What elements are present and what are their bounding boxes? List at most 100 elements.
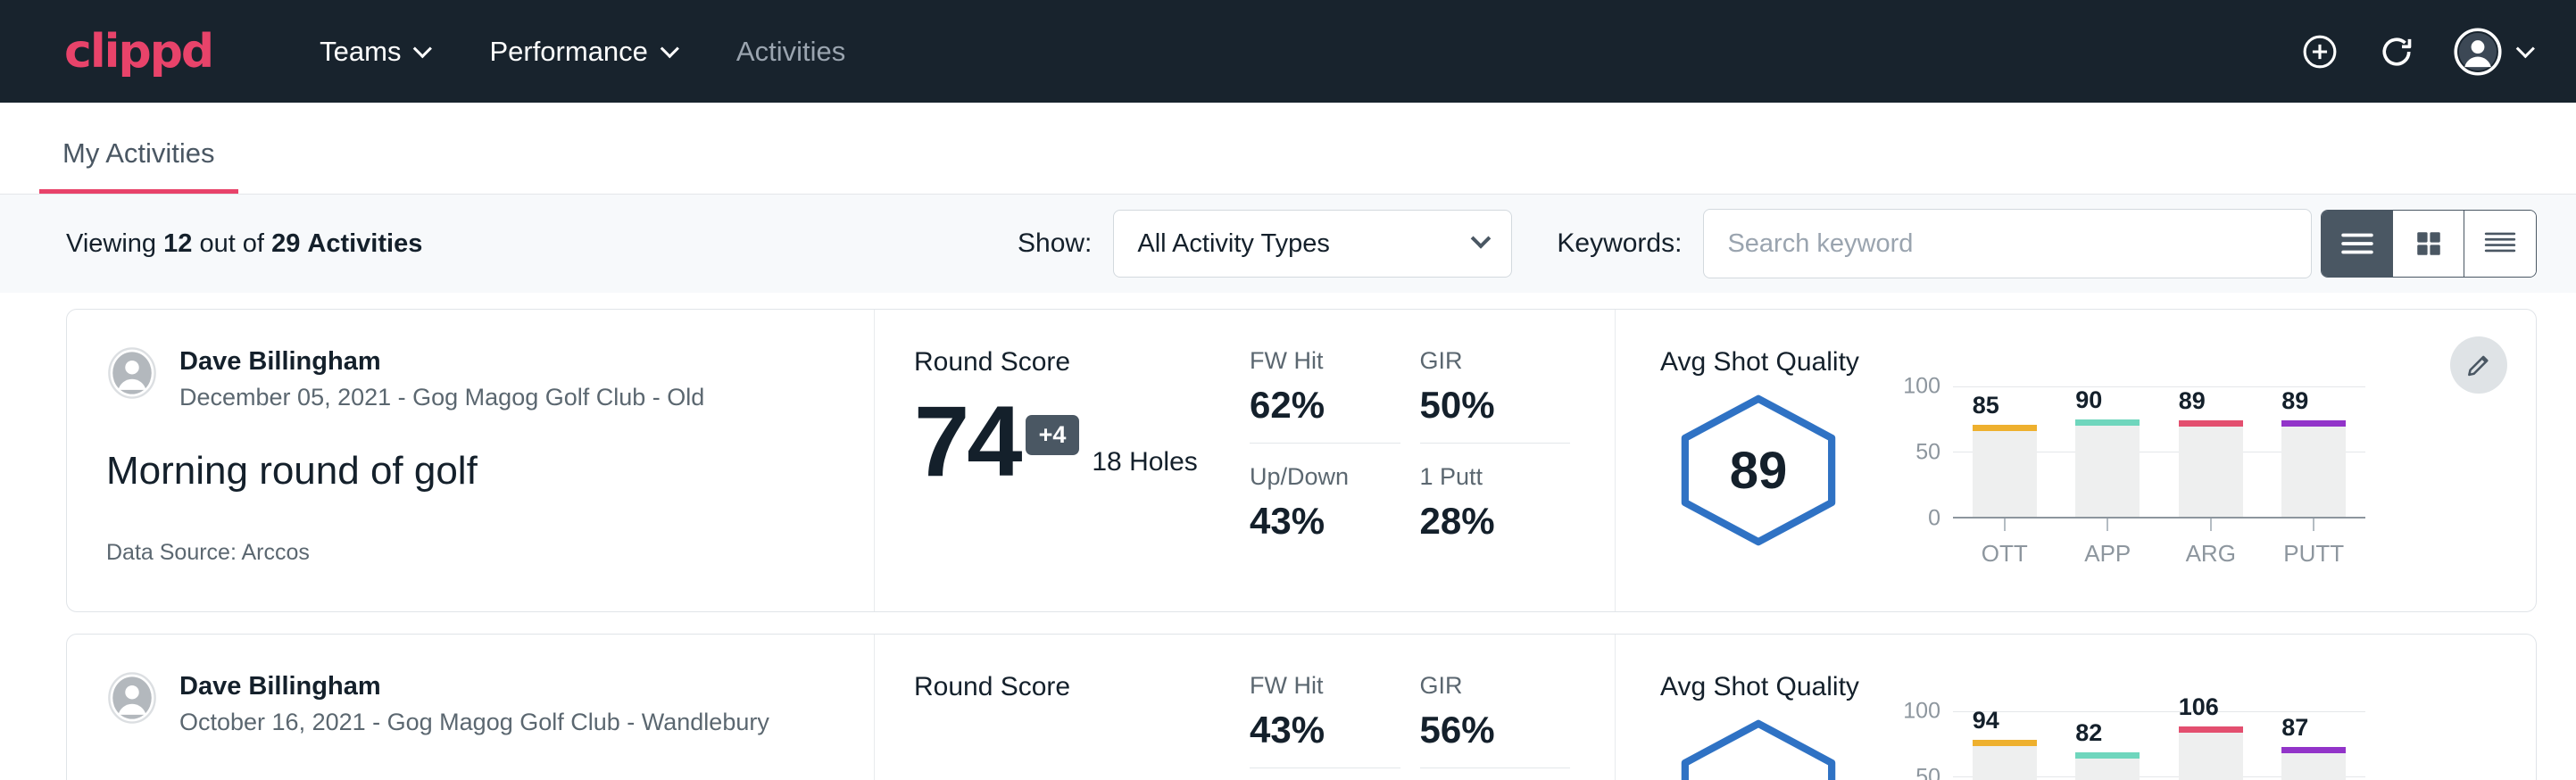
bar-group: 94: [1953, 711, 2057, 780]
nav-item-performance[interactable]: Performance: [489, 36, 673, 68]
bar-putt: 87: [2281, 747, 2346, 780]
activity-meta: December 05, 2021 - Gog Magog Golf Club …: [179, 384, 704, 411]
chevron-down-icon: [413, 39, 432, 58]
stat-label: GIR: [1420, 347, 1571, 375]
chart-plot-area: 94 82 106 87: [1953, 711, 2365, 780]
stat-fw-hit: FW Hit 43%: [1250, 672, 1400, 768]
compact-view-button[interactable]: [2464, 211, 2536, 277]
stat-label: FW Hit: [1250, 672, 1400, 700]
round-score-column: Round Score 74 +4 18 Holes: [875, 310, 1250, 611]
activity-card[interactable]: Dave Billingham December 05, 2021 - Gog …: [66, 309, 2537, 612]
stat-value: 50%: [1420, 384, 1571, 427]
avg-shot-quality-label: Avg Shot Quality: [1660, 672, 2536, 702]
keywords-label: Keywords:: [1557, 228, 1682, 259]
bar-group: 106: [2159, 711, 2263, 780]
chart-bars: 94 82 106 87: [1953, 711, 2365, 780]
view-mode-toggle: [2321, 210, 2537, 278]
nav-item-teams[interactable]: Teams: [320, 36, 427, 68]
activity-author: Dave Billingham December 05, 2021 - Gog …: [106, 347, 874, 411]
bar-cap: [2075, 419, 2140, 426]
x-tick: OTT: [1953, 519, 2057, 568]
bar-group: 85: [1953, 386, 2057, 517]
avg-shot-quality-column: Avg Shot Quality 89 100 50 0: [1616, 310, 2536, 611]
bar-value-label: 89: [2179, 387, 2206, 415]
y-tick: 50: [1915, 765, 1940, 780]
activity-type-value: All Activity Types: [1137, 229, 1329, 259]
bar-ott: 94: [1973, 740, 2037, 780]
bar-ott: 85: [1973, 425, 2037, 517]
add-icon[interactable]: [2300, 32, 2339, 71]
bar-value-label: 94: [1973, 707, 1999, 734]
bar-value-label: 87: [2281, 714, 2308, 742]
viewing-suffix: Activities: [307, 229, 422, 258]
primary-nav: Teams Performance Activities: [320, 36, 845, 68]
avg-shot-quality-value: 89: [1730, 441, 1788, 501]
stat-fw-hit: FW Hit 62%: [1250, 347, 1400, 444]
bar-cap: [2179, 420, 2243, 427]
tab-my-activities[interactable]: My Activities: [39, 137, 238, 194]
hexagon-icon: [1671, 717, 1846, 780]
stat-value: 43%: [1250, 709, 1400, 751]
refresh-icon[interactable]: [2377, 32, 2416, 71]
avatar-icon: [106, 672, 158, 724]
chart-y-axis: 100 50 0: [1901, 386, 1948, 519]
x-tick: APP: [2057, 519, 2160, 568]
avatar-icon: [106, 347, 158, 399]
top-navigation-bar: clippd Teams Performance Activities: [0, 0, 2576, 103]
shot-quality-bar-chart: 100 50 0 948210687 OTTAPPARGPUTT: [1901, 711, 2365, 780]
avatar-icon: [2454, 28, 2502, 76]
bar-group: 82: [2057, 711, 2160, 780]
stat-label: 1 Putt: [1420, 463, 1571, 491]
search-input[interactable]: [1703, 209, 2312, 278]
chart-y-axis: 100 50 0: [1901, 711, 1948, 780]
activity-summary-column: Dave Billingham December 05, 2021 - Gog …: [67, 310, 875, 611]
author-name: Dave Billingham: [179, 347, 704, 377]
app-logo[interactable]: clippd: [64, 25, 212, 79]
grid-view-button[interactable]: [2393, 211, 2464, 277]
shot-quality-hexagon: [1671, 717, 1846, 780]
activity-type-select[interactable]: All Activity Types: [1113, 210, 1512, 278]
viewing-total: 29: [271, 229, 300, 258]
bar-value-label: 82: [2075, 719, 2102, 747]
bar-cap: [2075, 752, 2140, 759]
edit-activity-button[interactable]: [2450, 336, 2507, 394]
show-label: Show:: [1018, 228, 1092, 259]
bar-group: 87: [2263, 711, 2366, 780]
bar-value-label: 85: [1973, 392, 1999, 419]
activity-title: Morning round of golf: [106, 449, 874, 494]
avatar-menu[interactable]: [2454, 28, 2530, 76]
activity-author: Dave Billingham October 16, 2021 - Gog M…: [106, 672, 874, 736]
x-tick-stem: [2210, 519, 2212, 531]
y-tick: 100: [1903, 374, 1940, 400]
shot-quality-bar-chart: 100 50 0 85908989 OTTAPPARGPUTT: [1901, 386, 2365, 565]
bar-arg: 106: [2179, 726, 2243, 780]
x-tick-label: PUTT: [2263, 540, 2366, 568]
stat-gir: GIR 56%: [1420, 672, 1571, 768]
viewing-prefix: Viewing: [66, 229, 156, 258]
y-tick: 50: [1915, 440, 1940, 466]
bar-group: 90: [2057, 386, 2160, 517]
viewing-mid: out of: [199, 229, 264, 258]
activity-summary-column: Dave Billingham October 16, 2021 - Gog M…: [67, 635, 875, 780]
nav-item-performance-label: Performance: [489, 36, 647, 68]
list-view-button[interactable]: [2322, 211, 2393, 277]
chevron-down-icon: [1471, 228, 1492, 249]
round-score-column: Round Score: [875, 635, 1250, 780]
x-tick-label: ARG: [2159, 540, 2263, 568]
activity-meta: October 16, 2021 - Gog Magog Golf Club -…: [179, 709, 769, 736]
stat-one-putt: 1 Putt 28%: [1420, 463, 1571, 548]
bar-arg: 89: [2179, 420, 2243, 517]
nav-item-teams-label: Teams: [320, 36, 401, 68]
activity-card[interactable]: Dave Billingham October 16, 2021 - Gog M…: [66, 634, 2537, 780]
nav-item-activities[interactable]: Activities: [736, 36, 845, 68]
x-tick-label: APP: [2057, 540, 2160, 568]
x-tick: ARG: [2159, 519, 2263, 568]
bar-group: 89: [2159, 386, 2263, 517]
round-stats-grid: FW Hit 62% GIR 50% Up/Down 43% 1 Putt 28…: [1250, 310, 1616, 611]
x-tick-stem: [2313, 519, 2314, 531]
viewing-summary: Viewing 12 out of 29 Activities: [66, 229, 422, 259]
chart-plot-area: 85908989: [1953, 386, 2365, 519]
avg-shot-quality-label: Avg Shot Quality: [1660, 347, 2536, 378]
stat-up-down: Up/Down 43%: [1250, 463, 1400, 548]
stat-value: 43%: [1250, 500, 1400, 543]
